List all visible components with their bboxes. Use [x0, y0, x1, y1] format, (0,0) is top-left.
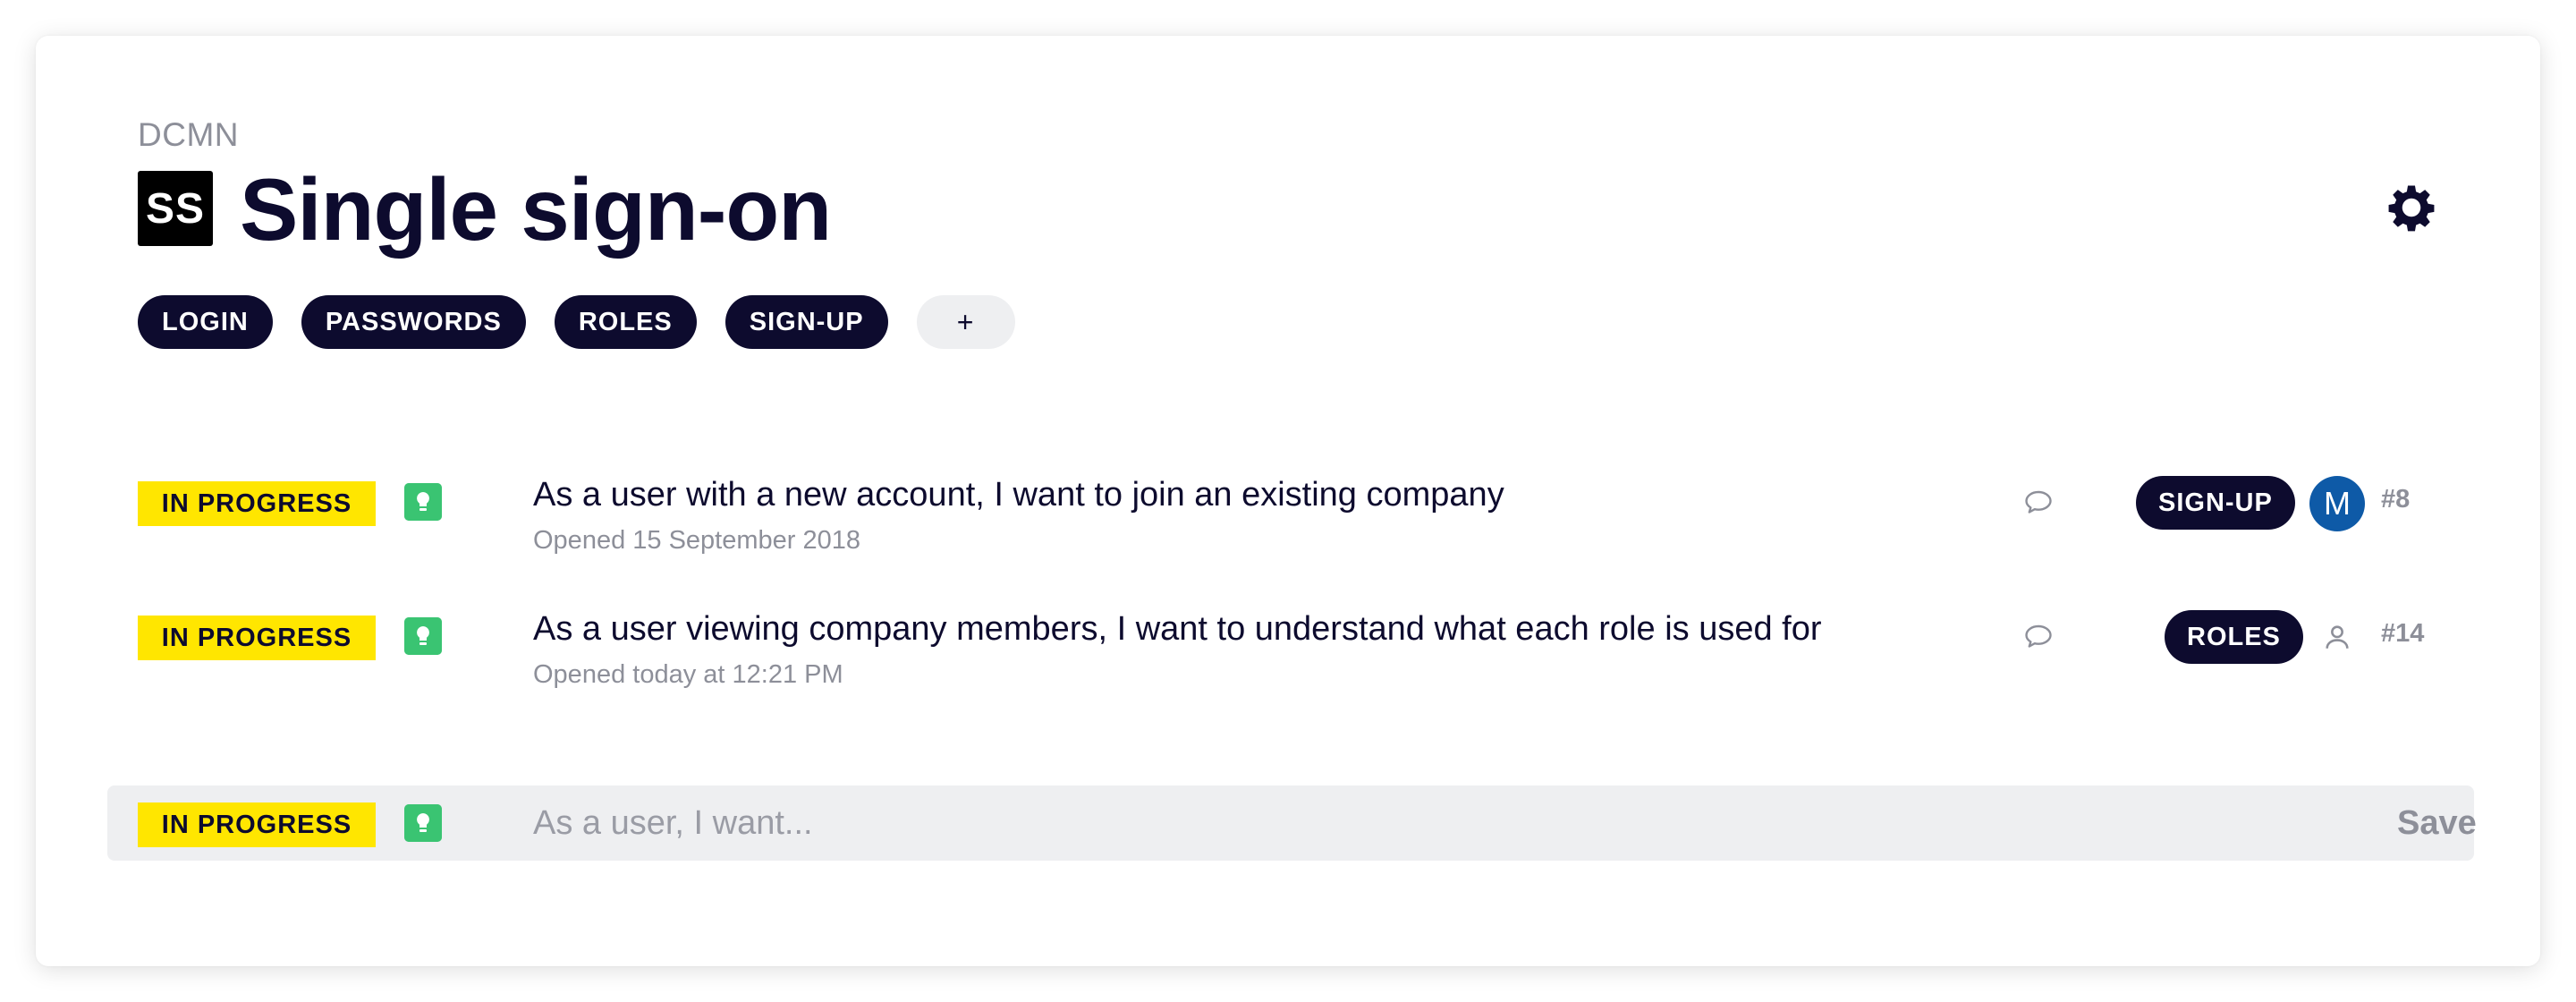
- tag-login[interactable]: LOGIN: [138, 295, 273, 349]
- save-button[interactable]: Save: [2397, 802, 2477, 845]
- status-badge[interactable]: IN PROGRESS: [138, 616, 376, 660]
- organization-name[interactable]: DCMN: [138, 116, 239, 154]
- story-tag[interactable]: ROLES: [2165, 610, 2303, 664]
- user-icon[interactable]: [2322, 621, 2352, 653]
- speech-bubble-icon[interactable]: [2021, 487, 2055, 519]
- add-tag-button[interactable]: +: [916, 295, 1015, 349]
- story-row[interactable]: IN PROGRESS As a user with a new account…: [138, 465, 2445, 564]
- page-title: Single sign-on: [240, 160, 832, 259]
- story-title[interactable]: As a user with a new account, I want to …: [533, 476, 1504, 514]
- story-number: #14: [2381, 619, 2425, 648]
- lightbulb-icon[interactable]: [404, 804, 442, 842]
- status-badge[interactable]: IN PROGRESS: [138, 481, 376, 526]
- speech-bubble-icon[interactable]: [2021, 621, 2055, 653]
- tag-sign-up[interactable]: SIGN-UP: [724, 295, 888, 349]
- avatar[interactable]: M: [2309, 476, 2365, 531]
- project-card: DCMN SS Single sign-on LOGIN PASSWORDS R…: [36, 36, 2540, 966]
- new-story-input[interactable]: [533, 798, 2233, 848]
- story-tag[interactable]: SIGN-UP: [2136, 476, 2295, 530]
- story-opened-date: Opened today at 12:21 PM: [533, 660, 843, 689]
- tag-passwords[interactable]: PASSWORDS: [301, 295, 526, 349]
- new-story-row: IN PROGRESS Save: [107, 785, 2477, 861]
- story-number: #8: [2381, 485, 2411, 514]
- tag-roles[interactable]: ROLES: [554, 295, 697, 349]
- status-badge[interactable]: IN PROGRESS: [138, 802, 376, 847]
- story-title[interactable]: As a user viewing company members, I wan…: [533, 610, 1822, 649]
- gear-icon[interactable]: [2386, 183, 2436, 233]
- story-opened-date: Opened 15 September 2018: [533, 526, 860, 555]
- lightbulb-icon[interactable]: [404, 483, 442, 521]
- tag-list: LOGIN PASSWORDS ROLES SIGN-UP +: [138, 295, 1015, 349]
- story-row[interactable]: IN PROGRESS As a user viewing company me…: [138, 599, 2445, 698]
- project-icon: SS: [138, 171, 213, 246]
- lightbulb-icon[interactable]: [404, 617, 442, 655]
